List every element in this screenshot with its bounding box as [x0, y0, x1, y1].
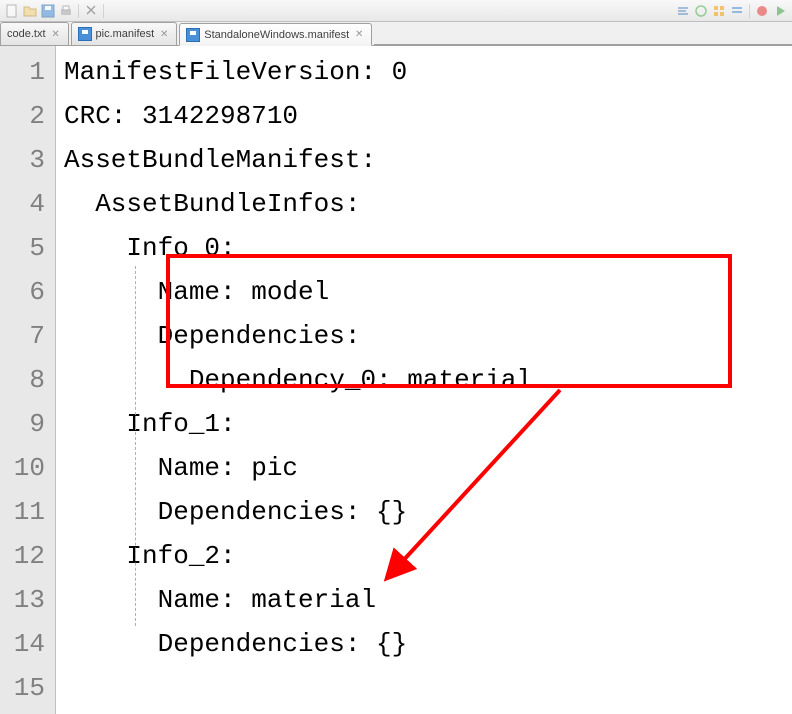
cut-icon[interactable]: [83, 3, 99, 19]
record-icon[interactable]: [754, 3, 770, 19]
line-number: 2: [0, 94, 55, 138]
line-number: 8: [0, 358, 55, 402]
toolbar-icons: [4, 3, 106, 19]
save-icon: [186, 28, 200, 42]
code-line: AssetBundleManifest:: [64, 138, 792, 182]
code-line: CRC: 3142298710: [64, 94, 792, 138]
grid-icon[interactable]: [711, 3, 727, 19]
tab-label: pic.manifest: [96, 28, 155, 40]
tab-code-txt[interactable]: code.txt ✕: [0, 22, 69, 45]
wrap-icon[interactable]: [675, 3, 691, 19]
code-line: Info_1:: [64, 402, 792, 446]
line-number: 1: [0, 50, 55, 94]
save-icon[interactable]: [40, 3, 56, 19]
tab-label: code.txt: [7, 28, 46, 40]
close-icon[interactable]: ✕: [158, 28, 170, 40]
code-line: Name: model: [64, 270, 792, 314]
code-line: Dependencies:: [64, 314, 792, 358]
toolbar-right-icons: [675, 3, 788, 19]
code-line: Info_2:: [64, 534, 792, 578]
save-icon: [78, 27, 92, 41]
code-line: Dependencies: {}: [64, 490, 792, 534]
line-number: 15: [0, 666, 55, 710]
line-number: 4: [0, 182, 55, 226]
close-icon[interactable]: ✕: [50, 28, 62, 40]
close-icon[interactable]: ✕: [353, 29, 365, 41]
toolbar: [0, 0, 792, 22]
open-icon[interactable]: [22, 3, 38, 19]
tab-label: StandaloneWindows.manifest: [204, 29, 349, 41]
code-line: Dependencies: {}: [64, 622, 792, 666]
line-number: 11: [0, 490, 55, 534]
line-number: 6: [0, 270, 55, 314]
code-line: ManifestFileVersion: 0: [64, 50, 792, 94]
code-line: Name: pic: [64, 446, 792, 490]
code-line: Name: material: [64, 578, 792, 622]
code-line: AssetBundleInfos:: [64, 182, 792, 226]
tab-standalonewindows-manifest[interactable]: StandaloneWindows.manifest ✕: [179, 23, 372, 46]
tab-pic-manifest[interactable]: pic.manifest ✕: [71, 22, 178, 45]
line-number: 10: [0, 446, 55, 490]
line-number: 5: [0, 226, 55, 270]
editor: 123456789101112131415 ManifestFileVersio…: [0, 46, 792, 714]
line-number: 13: [0, 578, 55, 622]
code-area[interactable]: ManifestFileVersion: 0CRC: 3142298710Ass…: [56, 46, 792, 714]
line-number: 9: [0, 402, 55, 446]
line-number: 3: [0, 138, 55, 182]
code-line: Info_0:: [64, 226, 792, 270]
list-icon[interactable]: [729, 3, 745, 19]
sync-icon[interactable]: [693, 3, 709, 19]
tabbar-filler: [374, 44, 792, 45]
new-icon[interactable]: [4, 3, 20, 19]
print-icon[interactable]: [58, 3, 74, 19]
line-number: 12: [0, 534, 55, 578]
line-number: 14: [0, 622, 55, 666]
line-number: 7: [0, 314, 55, 358]
code-line: Dependency_0: material: [64, 358, 792, 402]
gutter: 123456789101112131415: [0, 46, 56, 714]
tabbar: code.txt ✕ pic.manifest ✕ StandaloneWind…: [0, 22, 792, 46]
play-icon[interactable]: [772, 3, 788, 19]
